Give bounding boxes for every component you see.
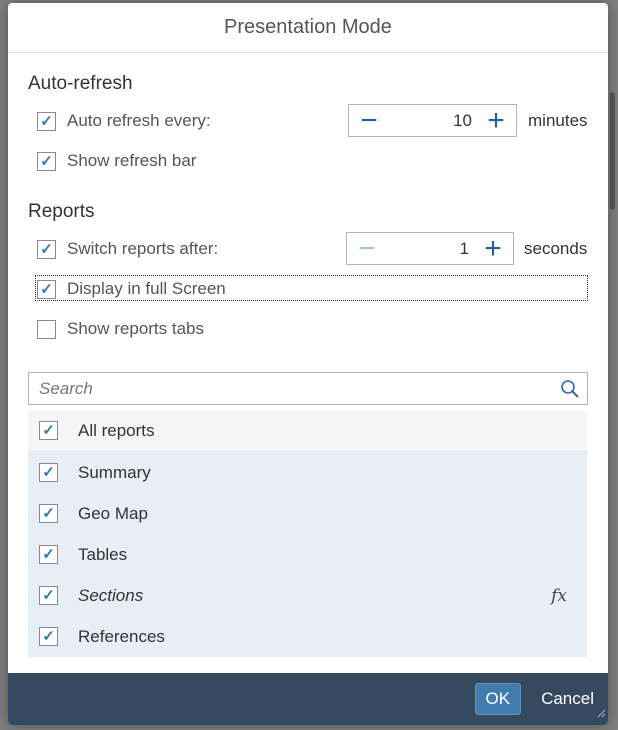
show-reports-tabs-checkbox[interactable] bbox=[37, 319, 56, 339]
report-search bbox=[28, 372, 588, 405]
refresh-increment-button[interactable]: + bbox=[476, 105, 516, 136]
dialog-header: Presentation Mode bbox=[8, 3, 608, 53]
switch-interval-stepper[interactable]: − 1 + bbox=[346, 232, 514, 265]
report-label: References bbox=[78, 626, 165, 646]
show-refresh-bar-row[interactable]: Show refresh bar bbox=[37, 151, 196, 171]
switch-reports-after-label: Switch reports after: bbox=[67, 239, 219, 258]
display-full-screen-row[interactable]: Display in full Screen bbox=[37, 279, 226, 299]
refresh-interval-stepper[interactable]: − 10 + bbox=[348, 104, 517, 137]
all-reports-label: All reports bbox=[78, 420, 155, 440]
report-list: All reports Summary Geo Map Tables Secti… bbox=[28, 410, 587, 657]
show-reports-tabs-row[interactable]: Show reports tabs bbox=[37, 319, 204, 339]
reports-section-title: Reports bbox=[28, 201, 95, 222]
background-scrollbar[interactable] bbox=[610, 92, 615, 210]
switch-decrement-button[interactable]: − bbox=[347, 233, 387, 264]
display-full-screen-label: Display in full Screen bbox=[67, 279, 226, 298]
all-reports-checkbox[interactable] bbox=[39, 421, 58, 440]
show-refresh-bar-label: Show refresh bar bbox=[67, 151, 197, 170]
switch-interval-unit: seconds bbox=[524, 239, 588, 258]
report-checkbox[interactable] bbox=[39, 463, 58, 482]
report-checkbox[interactable] bbox=[39, 545, 58, 564]
list-item[interactable]: Geo Map bbox=[28, 493, 587, 534]
search-input[interactable] bbox=[29, 373, 553, 404]
auto-refresh-every-checkbox[interactable] bbox=[37, 111, 56, 131]
auto-refresh-every-label: Auto refresh every: bbox=[67, 111, 211, 130]
report-label: Geo Map bbox=[78, 503, 148, 523]
report-label: Tables bbox=[78, 544, 128, 564]
switch-increment-button[interactable]: + bbox=[473, 233, 513, 264]
fx-icon: fx bbox=[551, 585, 567, 606]
show-reports-tabs-label: Show reports tabs bbox=[67, 319, 205, 338]
cancel-button[interactable]: Cancel bbox=[541, 689, 594, 709]
report-checkbox[interactable] bbox=[39, 627, 58, 646]
search-icon[interactable] bbox=[553, 379, 587, 399]
switch-interval-value[interactable]: 1 bbox=[387, 239, 473, 259]
list-item[interactable]: References bbox=[28, 616, 587, 657]
list-item[interactable]: Sections fx bbox=[28, 575, 587, 616]
switch-reports-after-row[interactable]: Switch reports after: bbox=[37, 239, 218, 259]
list-item[interactable]: Summary bbox=[28, 452, 587, 493]
report-label: Summary bbox=[78, 462, 151, 482]
list-item-all-reports[interactable]: All reports bbox=[28, 410, 587, 452]
presentation-mode-dialog: Presentation Mode Auto-refresh Auto refr… bbox=[8, 3, 608, 725]
refresh-decrement-button[interactable]: − bbox=[349, 105, 389, 136]
show-refresh-bar-checkbox[interactable] bbox=[37, 151, 56, 171]
auto-refresh-every-row[interactable]: Auto refresh every: bbox=[37, 111, 211, 131]
display-full-screen-checkbox[interactable] bbox=[37, 279, 56, 299]
refresh-interval-value[interactable]: 10 bbox=[389, 111, 476, 131]
auto-refresh-section-title: Auto-refresh bbox=[28, 73, 133, 94]
report-checkbox[interactable] bbox=[39, 586, 58, 605]
dialog-footer: OK Cancel bbox=[8, 673, 608, 725]
ok-button[interactable]: OK bbox=[474, 683, 522, 715]
report-label: Sections bbox=[78, 585, 144, 605]
report-checkbox[interactable] bbox=[39, 504, 58, 523]
resize-handle-icon[interactable] bbox=[596, 705, 606, 723]
switch-reports-after-checkbox[interactable] bbox=[37, 239, 56, 259]
dialog-title: Presentation Mode bbox=[224, 16, 392, 38]
list-item[interactable]: Tables bbox=[28, 534, 587, 575]
refresh-interval-unit: minutes bbox=[528, 111, 588, 130]
